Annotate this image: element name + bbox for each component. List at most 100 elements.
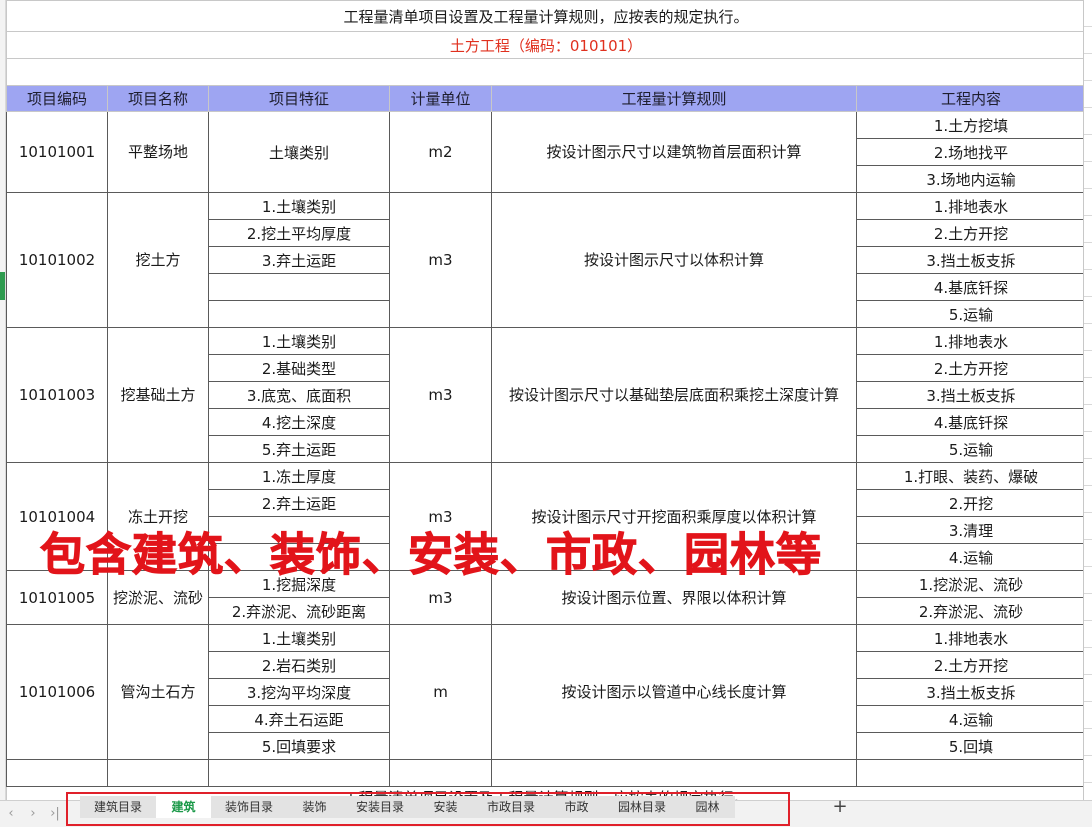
feature-cell[interactable] bbox=[208, 300, 390, 328]
header-name[interactable]: 项目名称 bbox=[107, 85, 209, 112]
selected-row-marker bbox=[0, 272, 5, 300]
unit-cell[interactable]: m bbox=[389, 624, 492, 760]
feature-cell[interactable]: 2.基础类型 bbox=[208, 354, 390, 382]
sheet-tab[interactable]: 安装目录 bbox=[342, 796, 418, 818]
tab-scroll-left-icon[interactable]: ‹ bbox=[2, 805, 20, 823]
unit-cell[interactable]: m2 bbox=[389, 111, 492, 193]
next-column-gutter bbox=[1083, 0, 1092, 800]
empty-row[interactable] bbox=[6, 58, 1087, 86]
table-row: 10101001 平整场地 土壤类别 m2 按设计图示尺寸以建筑物首层面积计算 1.土方挖… bbox=[6, 111, 1087, 193]
sheet-tab[interactable]: 园林 bbox=[680, 796, 735, 818]
feature-cell[interactable]: 2.弃土运距 bbox=[208, 489, 390, 517]
feature-cell[interactable]: 3.底宽、底面积 bbox=[208, 381, 390, 409]
feature-cell[interactable] bbox=[208, 273, 390, 301]
content-cell[interactable]: 1.土方挖填 bbox=[855, 111, 1087, 139]
table-row: 10101006 管沟土石方 1.土壤类别 m 按设计图示以管道中心线长度计算 1.排地表… bbox=[6, 624, 1087, 760]
content-cell[interactable]: 4.基底钎探 bbox=[855, 408, 1087, 436]
feature-cell[interactable]: 2.挖土平均厚度 bbox=[208, 219, 390, 247]
sheet-tab[interactable]: 市政目录 bbox=[473, 796, 549, 818]
header-code[interactable]: 项目编码 bbox=[6, 85, 108, 112]
content-cell[interactable]: 1.排地表水 bbox=[855, 624, 1087, 652]
content-cell[interactable]: 2.场地找平 bbox=[855, 138, 1087, 166]
header-contents[interactable]: 工程内容 bbox=[855, 85, 1087, 112]
empty-cell[interactable] bbox=[107, 759, 209, 787]
tab-scroll-last-icon[interactable]: ›| bbox=[46, 805, 64, 823]
content-cell[interactable]: 1.排地表水 bbox=[855, 192, 1087, 220]
content-cell[interactable]: 2.弃淤泥、流砂 bbox=[855, 597, 1087, 625]
feature-cell[interactable]: 2.弃淤泥、流砂距离 bbox=[208, 597, 390, 625]
tabs-highlight-frame: 建筑目录 建筑 装饰目录 装饰 安装目录 安装 市政目录 市政 园林目录 园林 + bbox=[66, 792, 848, 826]
feature-cell[interactable]: 1.冻土厚度 bbox=[208, 462, 390, 490]
empty-cell[interactable] bbox=[491, 759, 857, 787]
content-cell[interactable]: 3.挡土板支拆 bbox=[855, 381, 1087, 409]
empty-cell[interactable] bbox=[855, 759, 1087, 787]
feature-cell[interactable]: 1.土壤类别 bbox=[208, 624, 390, 652]
feature-cell[interactable]: 4.弃土石运距 bbox=[208, 705, 390, 733]
item-code-cell[interactable]: 10101002 bbox=[6, 192, 108, 328]
content-cell[interactable]: 3.挡土板支拆 bbox=[855, 678, 1087, 706]
content-cell[interactable]: 5.运输 bbox=[855, 435, 1087, 463]
spreadsheet-grid[interactable]: 工程量清单项目设置及工程量计算规则，应按表的规定执行。 土方工程（编码：0101… bbox=[6, 0, 1092, 800]
content-cell[interactable]: 5.运输 bbox=[855, 300, 1087, 328]
table-row: 10101002 挖土方 1.土壤类别 m3 按设计图示尺寸以体积计算 1.排地表水 bbox=[6, 192, 1087, 328]
content-cell[interactable]: 3.清理 bbox=[855, 516, 1087, 544]
content-cell[interactable]: 5.回填 bbox=[855, 732, 1087, 760]
feature-cell[interactable]: 土壤类别 bbox=[208, 111, 390, 193]
item-name-cell[interactable]: 平整场地 bbox=[107, 111, 209, 193]
feature-cell[interactable]: 1.土壤类别 bbox=[208, 327, 390, 355]
quantity-rules-table: 工程量清单项目设置及工程量计算规则，应按表的规定执行。 土方工程（编码：0101… bbox=[6, 0, 1087, 800]
rule-cell[interactable]: 按设计图示尺寸以基础垫层底面积乘挖土深度计算 bbox=[491, 327, 857, 463]
item-code-cell[interactable]: 10101006 bbox=[6, 624, 108, 760]
content-cell[interactable]: 4.运输 bbox=[855, 543, 1087, 571]
add-sheet-icon[interactable]: + bbox=[831, 796, 849, 818]
rule-cell[interactable]: 按设计图示尺寸以体积计算 bbox=[491, 192, 857, 328]
content-cell[interactable]: 3.场地内运输 bbox=[855, 165, 1087, 193]
content-cell[interactable]: 2.土方开挖 bbox=[855, 354, 1087, 382]
item-code-cell[interactable]: 10101001 bbox=[6, 111, 108, 193]
sheet-tab[interactable]: 园林目录 bbox=[604, 796, 680, 818]
item-name-cell[interactable]: 管沟土石方 bbox=[107, 624, 209, 760]
feature-cell[interactable]: 5.回填要求 bbox=[208, 732, 390, 760]
sheet-title[interactable]: 工程量清单项目设置及工程量计算规则，应按表的规定执行。 bbox=[6, 0, 1087, 32]
empty-cell[interactable] bbox=[208, 759, 390, 787]
feature-cell[interactable]: 3.弃土运距 bbox=[208, 246, 390, 274]
content-cell[interactable]: 1.打眼、装药、爆破 bbox=[855, 462, 1087, 490]
header-unit[interactable]: 计量单位 bbox=[389, 85, 492, 112]
content-cell[interactable]: 3.挡土板支拆 bbox=[855, 246, 1087, 274]
header-row: 项目编码 项目名称 项目特征 计量单位 工程量计算规则 工程内容 bbox=[6, 85, 1087, 112]
sheet-subtitle[interactable]: 土方工程（编码：010101） bbox=[6, 31, 1087, 59]
tab-scroll-right-icon[interactable]: › bbox=[24, 805, 42, 823]
content-cell[interactable]: 4.基底钎探 bbox=[855, 273, 1087, 301]
sheet-tab-bar: ‹ › ›| 建筑目录 建筑 装饰目录 装饰 安装目录 安装 市政目录 市政 园林目录 园林 + bbox=[0, 792, 1092, 827]
sheet-tab[interactable]: 建筑 bbox=[156, 796, 211, 818]
empty-cell[interactable] bbox=[389, 759, 492, 787]
rule-cell[interactable]: 按设计图示以管道中心线长度计算 bbox=[491, 624, 857, 760]
feature-cell[interactable]: 5.弃土运距 bbox=[208, 435, 390, 463]
table-row bbox=[6, 759, 1087, 787]
content-cell[interactable]: 2.土方开挖 bbox=[855, 651, 1087, 679]
header-rule[interactable]: 工程量计算规则 bbox=[491, 85, 857, 112]
content-cell[interactable]: 1.挖淤泥、流砂 bbox=[855, 570, 1087, 598]
unit-cell[interactable]: m3 bbox=[389, 192, 492, 328]
empty-cell[interactable] bbox=[6, 759, 108, 787]
table-row: 10101003 挖基础土方 1.土壤类别 m3 按设计图示尺寸以基础垫层底面积乘挖土深… bbox=[6, 327, 1087, 463]
content-cell[interactable]: 4.运输 bbox=[855, 705, 1087, 733]
item-name-cell[interactable]: 挖土方 bbox=[107, 192, 209, 328]
unit-cell[interactable]: m3 bbox=[389, 327, 492, 463]
feature-cell[interactable]: 2.岩石类别 bbox=[208, 651, 390, 679]
feature-cell[interactable]: 4.挖土深度 bbox=[208, 408, 390, 436]
feature-cell[interactable]: 1.土壤类别 bbox=[208, 192, 390, 220]
content-cell[interactable]: 2.开挖 bbox=[855, 489, 1087, 517]
feature-cell[interactable]: 3.挖沟平均深度 bbox=[208, 678, 390, 706]
sheet-tab[interactable]: 市政 bbox=[549, 796, 604, 818]
content-cell[interactable]: 2.土方开挖 bbox=[855, 219, 1087, 247]
item-code-cell[interactable]: 10101003 bbox=[6, 327, 108, 463]
rule-cell[interactable]: 按设计图示尺寸以建筑物首层面积计算 bbox=[491, 111, 857, 193]
header-features[interactable]: 项目特征 bbox=[208, 85, 390, 112]
sheet-tab[interactable]: 建筑目录 bbox=[80, 796, 156, 818]
sheet-tab[interactable]: 安装 bbox=[418, 796, 473, 818]
content-cell[interactable]: 1.排地表水 bbox=[855, 327, 1087, 355]
sheet-tab[interactable]: 装饰目录 bbox=[211, 796, 287, 818]
sheet-tab[interactable]: 装饰 bbox=[287, 796, 342, 818]
item-name-cell[interactable]: 挖基础土方 bbox=[107, 327, 209, 463]
